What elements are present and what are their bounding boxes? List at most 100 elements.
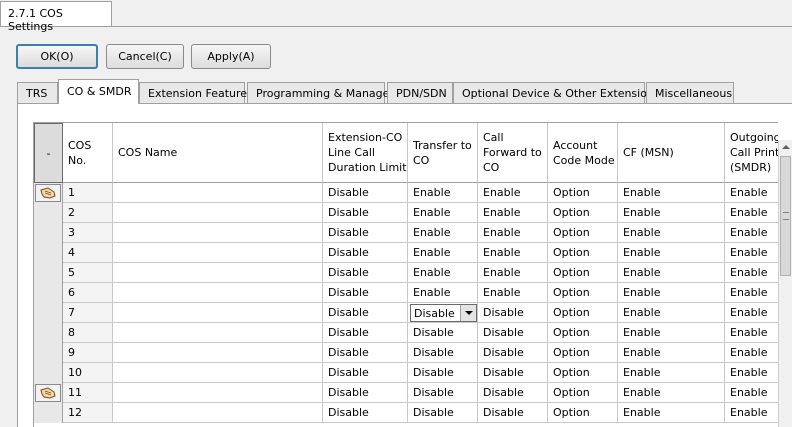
cell-cos-no[interactable]: 5 (63, 263, 113, 283)
cell-ext-co-limit[interactable]: Disable (323, 363, 408, 383)
cell-transfer-co[interactable]: Enable (408, 263, 478, 283)
cell-account-code-mode[interactable]: Option (548, 363, 618, 383)
row-header[interactable] (34, 203, 63, 223)
cell-cf-msn[interactable]: Enable (618, 303, 725, 323)
cell-cos-name[interactable] (113, 263, 323, 283)
cell-account-code-mode[interactable]: Option (548, 383, 618, 403)
cell-cos-no[interactable]: 4 (63, 243, 113, 263)
cell-cos-name[interactable] (113, 223, 323, 243)
cell-ext-co-limit[interactable]: Disable (323, 263, 408, 283)
cell-cos-name[interactable] (113, 283, 323, 303)
cell-outgoing-print[interactable]: Enable (725, 343, 778, 363)
select-all-corner[interactable]: - (34, 123, 63, 183)
cell-ext-co-limit[interactable]: Disable (323, 283, 408, 303)
cell-cos-no[interactable]: 9 (63, 343, 113, 363)
cell-account-code-mode[interactable]: Option (548, 183, 618, 203)
cell-cf-msn[interactable]: Enable (618, 203, 725, 223)
cell-ext-co-limit[interactable]: Disable (323, 203, 408, 223)
cell-cos-no[interactable]: 11 (63, 383, 113, 403)
cell-outgoing-print[interactable]: Enable (725, 283, 778, 303)
cell-transfer-co[interactable]: Enable (408, 203, 478, 223)
column-header-cf-msn[interactable]: CF (MSN) (618, 123, 725, 183)
cell-account-code-mode[interactable]: Option (548, 343, 618, 363)
cell-cos-name[interactable] (113, 323, 323, 343)
cell-cos-no[interactable]: 10 (63, 363, 113, 383)
cell-call-fwd-co[interactable]: Disable (478, 343, 548, 363)
column-header-cos-no[interactable]: COS No. (63, 123, 113, 183)
cell-ext-co-limit[interactable]: Disable (323, 303, 408, 323)
cell-cf-msn[interactable]: Enable (618, 323, 725, 343)
cell-outgoing-print[interactable]: Enable (725, 363, 778, 383)
cell-outgoing-print[interactable]: Enable (725, 203, 778, 223)
cell-call-fwd-co[interactable]: Disable (478, 403, 548, 423)
column-header-account-code-mode[interactable]: Account Code Mode (548, 123, 618, 183)
row-header[interactable] (34, 283, 63, 303)
scroll-up-arrow-icon[interactable] (779, 140, 792, 155)
cell-call-fwd-co[interactable]: Disable (478, 323, 548, 343)
cell-transfer-co[interactable]: Disable (408, 323, 478, 343)
cell-cos-no[interactable]: 3 (63, 223, 113, 243)
cell-transfer-co[interactable]: Enable (408, 223, 478, 243)
cell-cos-name[interactable] (113, 303, 323, 323)
cell-ext-co-limit[interactable]: Disable (323, 403, 408, 423)
cell-cf-msn[interactable]: Enable (618, 343, 725, 363)
cell-cos-name[interactable] (113, 363, 323, 383)
cell-account-code-mode[interactable]: Option (548, 283, 618, 303)
hand-pointer-icon[interactable] (35, 384, 61, 402)
cell-outgoing-print[interactable]: Enable (725, 243, 778, 263)
row-header[interactable] (34, 363, 63, 383)
hand-pointer-icon[interactable] (35, 184, 61, 202)
column-header-outgoing-print[interactable]: Outgoing Call Print (SMDR) (725, 123, 778, 183)
cell-cos-name[interactable] (113, 243, 323, 263)
tab-optional-device[interactable]: Optional Device & Other Extensions (453, 82, 660, 103)
tab-pdn-sdn[interactable]: PDN/SDN (387, 82, 453, 103)
cell-cf-msn[interactable]: Enable (618, 383, 725, 403)
row-header[interactable] (34, 243, 63, 263)
tab-trs[interactable]: TRS (17, 82, 58, 103)
cell-cos-name[interactable] (113, 183, 323, 203)
cell-outgoing-print[interactable]: Enable (725, 403, 778, 423)
cell-ext-co-limit[interactable]: Disable (323, 383, 408, 403)
cell-call-fwd-co[interactable]: Enable (478, 223, 548, 243)
row-header[interactable] (34, 403, 63, 423)
cell-cf-msn[interactable]: Enable (618, 263, 725, 283)
cell-account-code-mode[interactable]: Option (548, 303, 618, 323)
dropdown-arrow-icon[interactable] (460, 305, 476, 321)
scroll-thumb[interactable] (780, 156, 791, 276)
cell-call-fwd-co[interactable]: Enable (478, 183, 548, 203)
cell-account-code-mode[interactable]: Option (548, 323, 618, 343)
column-header-ext-co-limit[interactable]: Extension-CO Line Call Duration Limit (323, 123, 408, 183)
cell-ext-co-limit[interactable]: Disable (323, 243, 408, 263)
cell-call-fwd-co[interactable]: Disable (478, 383, 548, 403)
cell-cf-msn[interactable]: Enable (618, 183, 725, 203)
row-header[interactable] (34, 323, 63, 343)
cell-ext-co-limit[interactable]: Disable (323, 323, 408, 343)
tab-programming-manager[interactable]: Programming & Manager (247, 82, 394, 103)
cell-cos-name[interactable] (113, 403, 323, 423)
cell-transfer-co[interactable]: Disable (408, 363, 478, 383)
cell-cf-msn[interactable]: Enable (618, 243, 725, 263)
row-header[interactable] (34, 263, 63, 283)
cell-outgoing-print[interactable]: Enable (725, 263, 778, 283)
cell-cf-msn[interactable]: Enable (618, 363, 725, 383)
cell-call-fwd-co[interactable]: Disable (478, 363, 548, 383)
cell-call-fwd-co[interactable]: Enable (478, 243, 548, 263)
cell-cf-msn[interactable]: Enable (618, 283, 725, 303)
cancel-button[interactable]: Cancel(C) (106, 44, 184, 69)
cell-ext-co-limit[interactable]: Disable (323, 223, 408, 243)
cell-transfer-co[interactable]: Disable (408, 383, 478, 403)
cell-cos-name[interactable] (113, 383, 323, 403)
cell-call-fwd-co[interactable]: Disable (478, 303, 548, 323)
cell-call-fwd-co[interactable]: Enable (478, 283, 548, 303)
tab-miscellaneous[interactable]: Miscellaneous (646, 82, 734, 103)
row-header[interactable] (34, 223, 63, 243)
cell-transfer-co[interactable]: Enable (408, 283, 478, 303)
column-header-call-fwd-co[interactable]: Call Forward to CO (478, 123, 548, 183)
ok-button[interactable]: OK(O) (16, 44, 98, 69)
cell-transfer-co[interactable]: Enable (408, 183, 478, 203)
cell-transfer-co[interactable]: Disable (408, 303, 478, 323)
cell-cos-name[interactable] (113, 203, 323, 223)
cell-account-code-mode[interactable]: Option (548, 403, 618, 423)
cell-ext-co-limit[interactable]: Disable (323, 343, 408, 363)
row-header[interactable] (34, 303, 63, 323)
